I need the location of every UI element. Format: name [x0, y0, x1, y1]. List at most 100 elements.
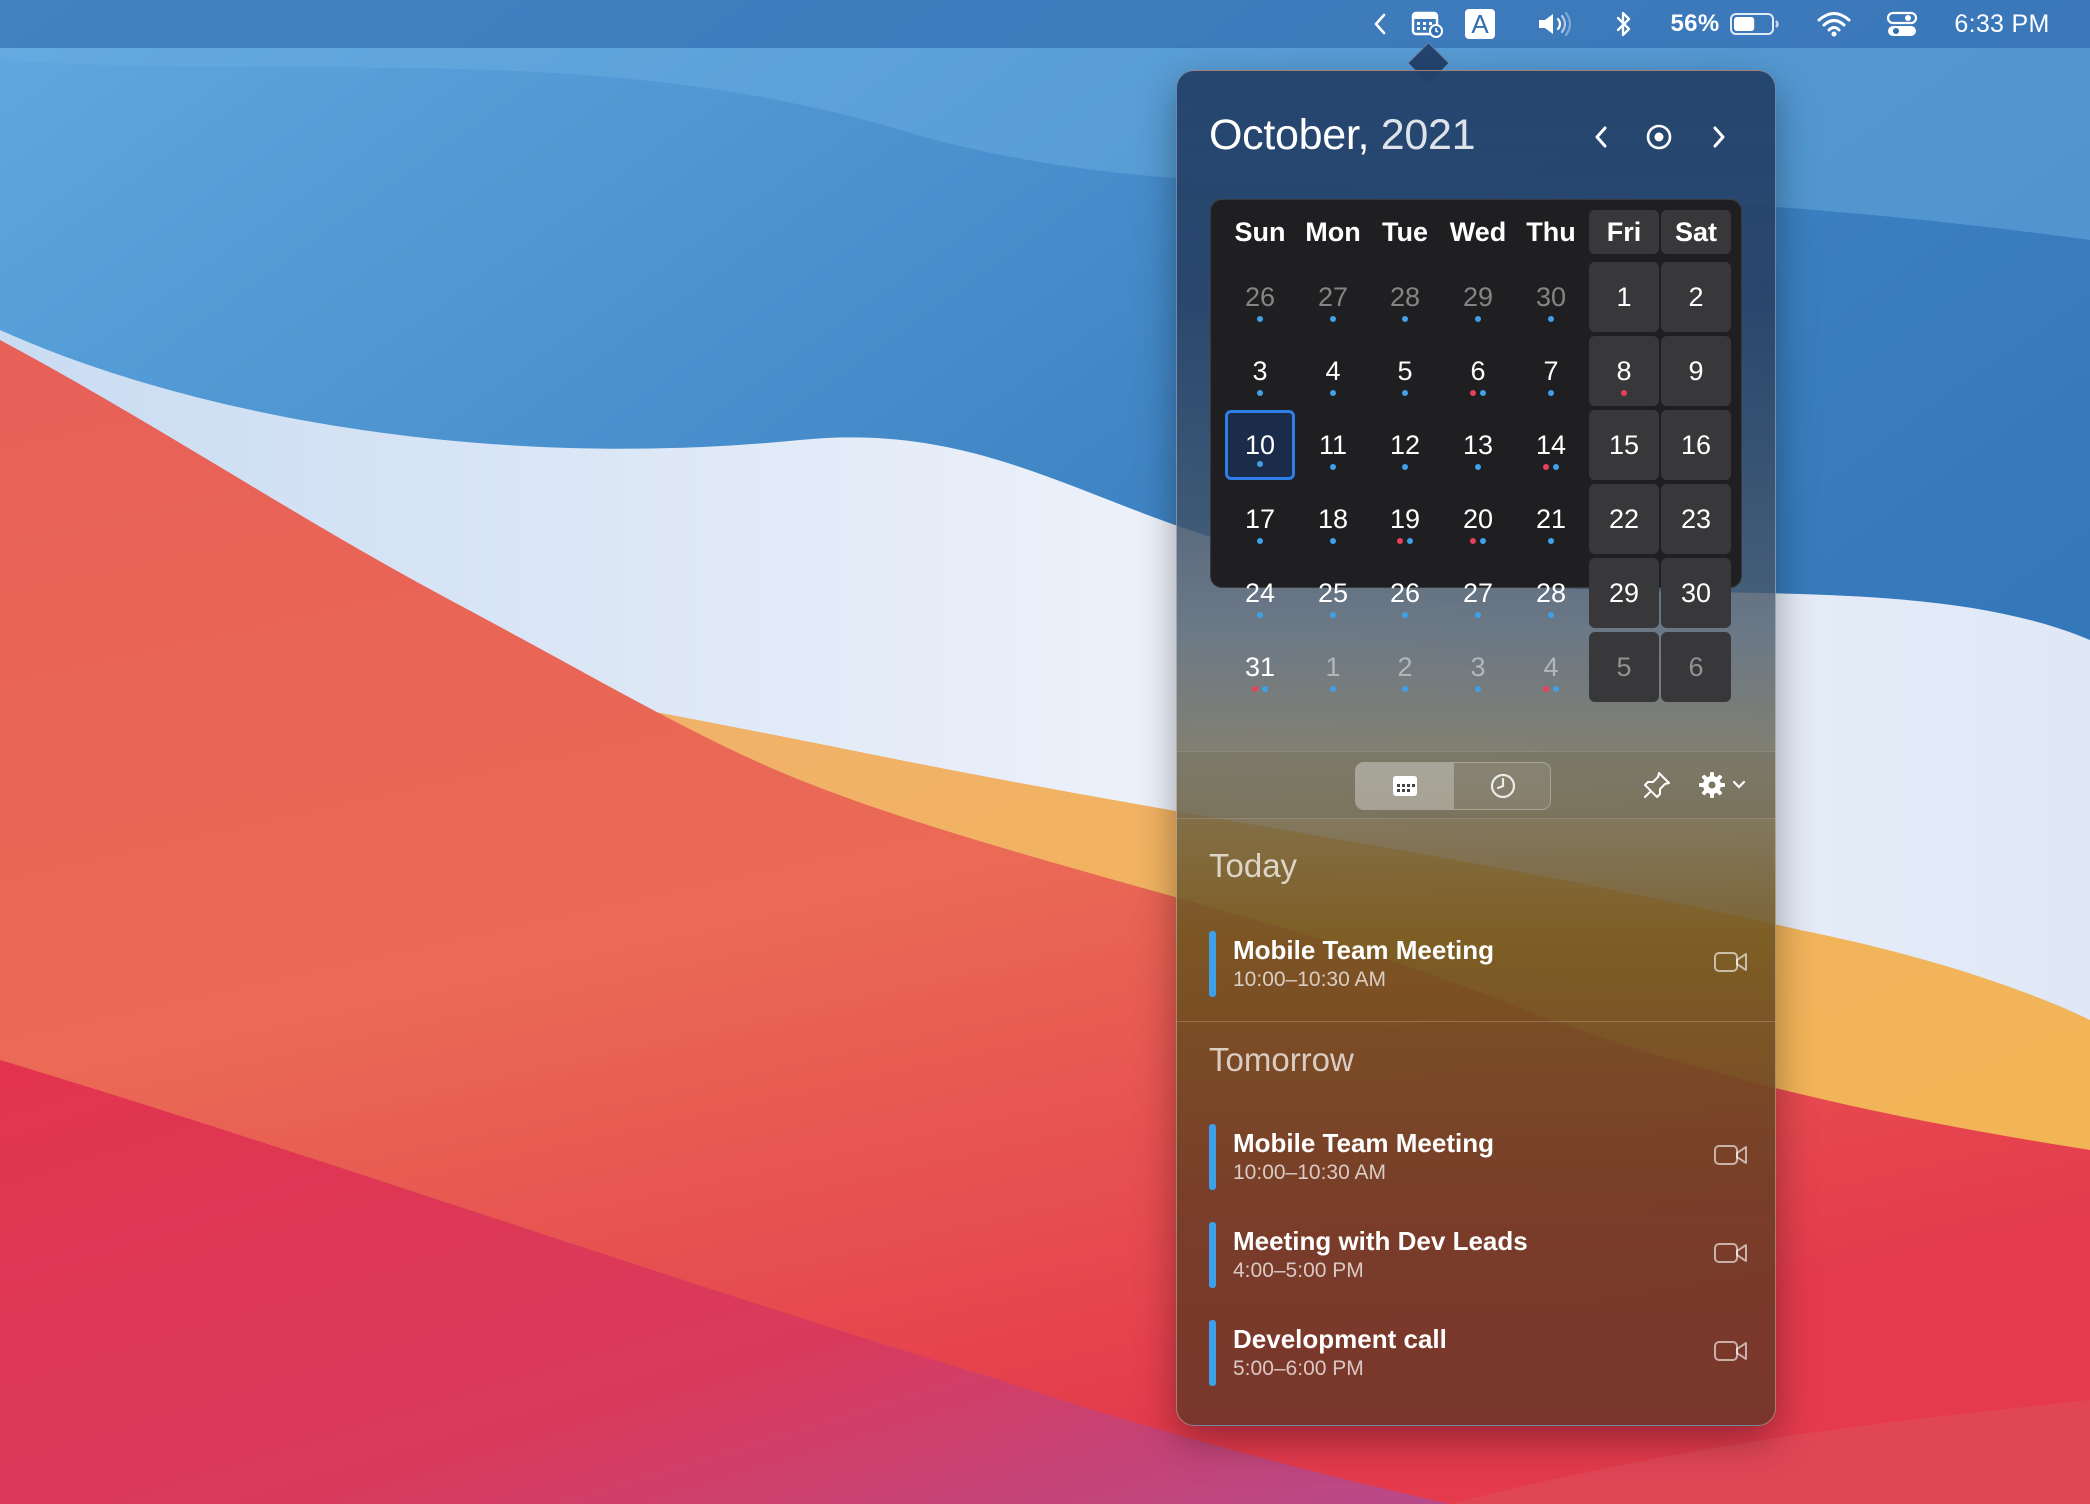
day-cell[interactable]: 24 [1225, 558, 1295, 628]
day-cell[interactable]: 7 [1516, 336, 1586, 406]
day-number: 16 [1680, 429, 1712, 460]
event-title: Mobile Team Meeting [1233, 935, 1494, 965]
day-cell[interactable]: 9 [1661, 336, 1731, 406]
day-cell[interactable]: 2 [1661, 262, 1731, 332]
event-indicator-dots [1470, 538, 1486, 544]
event-dot [1548, 612, 1554, 618]
event-item[interactable]: Mobile Team Meeting 10:00–10:30 AM [1209, 1124, 1749, 1190]
day-number: 4 [1543, 651, 1559, 682]
event-dot [1257, 612, 1263, 618]
event-indicator-dots [1257, 612, 1263, 618]
day-cell[interactable]: 27 [1443, 558, 1513, 628]
day-cell[interactable]: 26 [1370, 558, 1440, 628]
input-source-icon[interactable]: A [1462, 0, 1498, 48]
day-cell[interactable]: 29 [1589, 558, 1659, 628]
weekday-header: Wed [1449, 216, 1507, 247]
day-cell[interactable]: 18 [1298, 484, 1368, 554]
wifi-icon[interactable] [1814, 0, 1854, 48]
day-cell[interactable]: 28 [1516, 558, 1586, 628]
event-dot [1257, 316, 1263, 322]
day-cell[interactable]: 13 [1443, 410, 1513, 480]
day-cell[interactable]: 3 [1443, 632, 1513, 702]
event-indicator-dots [1543, 464, 1559, 470]
event-item[interactable]: Meeting with Dev Leads 4:00–5:00 PM [1209, 1222, 1749, 1288]
calendar-view-tab[interactable] [1356, 763, 1453, 809]
pin-button[interactable] [1637, 762, 1677, 808]
day-cell[interactable]: 4 [1516, 632, 1586, 702]
event-dot [1407, 538, 1413, 544]
day-cell[interactable]: 23 [1661, 484, 1731, 554]
event-dot [1330, 686, 1336, 692]
day-cell[interactable]: 20 [1443, 484, 1513, 554]
day-cell[interactable]: 5 [1589, 632, 1659, 702]
clock-view-tab[interactable] [1454, 763, 1550, 809]
day-cell[interactable]: 30 [1516, 262, 1586, 332]
day-cell[interactable]: 21 [1516, 484, 1586, 554]
day-cell[interactable]: 12 [1370, 410, 1440, 480]
settings-menu-button[interactable] [1693, 762, 1751, 808]
day-cell[interactable]: 26 [1225, 262, 1295, 332]
day-number: 26 [1389, 577, 1421, 608]
event-item[interactable]: Development call 5:00–6:00 PM [1209, 1320, 1749, 1386]
event-dot [1480, 538, 1486, 544]
day-cell[interactable]: 1 [1589, 262, 1659, 332]
video-call-icon[interactable] [1713, 1142, 1749, 1168]
day-cell[interactable]: 4 [1298, 336, 1368, 406]
event-dot [1470, 390, 1476, 396]
event-indicator-dots [1330, 316, 1336, 322]
day-number: 15 [1608, 429, 1640, 460]
calendar-app-icon[interactable] [1408, 0, 1446, 48]
event-dot [1257, 461, 1263, 467]
control-center-icon[interactable] [1884, 0, 1920, 48]
day-cell[interactable]: 31 [1225, 632, 1295, 702]
day-number: 14 [1535, 429, 1567, 460]
event-dot [1402, 686, 1408, 692]
day-cell[interactable]: 15 [1589, 410, 1659, 480]
chevron-left-icon[interactable] [1366, 0, 1394, 48]
event-indicator-dots [1543, 686, 1559, 692]
day-cell[interactable]: 27 [1298, 262, 1368, 332]
menu-bar-clock[interactable]: 6:33 PM [1946, 0, 2058, 48]
day-cell[interactable]: 2 [1370, 632, 1440, 702]
section-divider [1177, 1021, 1775, 1022]
day-cell[interactable]: 5 [1370, 336, 1440, 406]
event-title: Mobile Team Meeting [1233, 1128, 1494, 1158]
day-cell[interactable]: 25 [1298, 558, 1368, 628]
day-number: 29 [1608, 577, 1640, 608]
day-cell[interactable]: 19 [1370, 484, 1440, 554]
day-cell[interactable]: 16 [1661, 410, 1731, 480]
today-button[interactable] [1637, 115, 1681, 159]
day-cell[interactable]: 1 [1298, 632, 1368, 702]
event-indicator-dots [1257, 538, 1263, 544]
day-cell[interactable]: 28 [1370, 262, 1440, 332]
event-title: Development call [1233, 1324, 1447, 1354]
next-month-button[interactable] [1697, 115, 1741, 159]
day-cell[interactable]: 22 [1589, 484, 1659, 554]
event-dot [1397, 538, 1403, 544]
video-call-icon[interactable] [1713, 1338, 1749, 1364]
day-cell[interactable]: 17 [1225, 484, 1295, 554]
day-cell[interactable]: 8 [1589, 336, 1659, 406]
event-indicator-dots [1475, 612, 1481, 618]
video-call-icon[interactable] [1713, 1240, 1749, 1266]
event-dot [1402, 464, 1408, 470]
volume-icon[interactable] [1534, 0, 1578, 48]
event-dot [1475, 464, 1481, 470]
event-indicator-dots [1621, 390, 1627, 396]
day-cell[interactable]: 30 [1661, 558, 1731, 628]
month-name: October, [1209, 111, 1370, 159]
bluetooth-icon[interactable] [1610, 0, 1638, 48]
day-cell[interactable]: 14 [1516, 410, 1586, 480]
event-time: 4:00–5:00 PM [1233, 1259, 1364, 1282]
event-dot [1262, 686, 1268, 692]
event-item[interactable]: Mobile Team Meeting 10:00–10:30 AM [1209, 931, 1749, 997]
day-cell[interactable]: 11 [1298, 410, 1368, 480]
day-cell[interactable]: 29 [1443, 262, 1513, 332]
day-cell-today[interactable]: 10 [1225, 410, 1295, 480]
day-cell[interactable]: 6 [1661, 632, 1731, 702]
battery-icon[interactable] [1728, 0, 1782, 48]
day-cell[interactable]: 6 [1443, 336, 1513, 406]
day-cell[interactable]: 3 [1225, 336, 1295, 406]
previous-month-button[interactable] [1579, 115, 1623, 159]
video-call-icon[interactable] [1713, 949, 1749, 975]
